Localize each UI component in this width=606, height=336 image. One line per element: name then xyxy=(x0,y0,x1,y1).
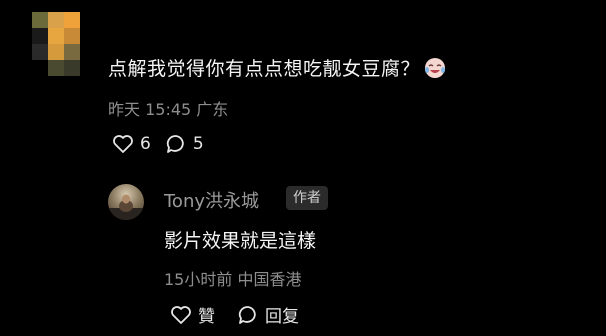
reply-like-button[interactable]: 贊 xyxy=(170,302,215,327)
heart-icon xyxy=(170,305,192,325)
avatar-pixel xyxy=(48,60,64,76)
avatar-pixel xyxy=(64,12,80,28)
avatar-pixel xyxy=(48,44,64,60)
comment-actions: 6 5 xyxy=(112,134,204,154)
crying-laugh-emoji-icon xyxy=(422,57,448,79)
heart-icon xyxy=(112,134,134,154)
reply-actions: 贊 回复 xyxy=(170,302,299,327)
avatar-pixel xyxy=(64,60,80,76)
comment-bubble-icon xyxy=(165,134,187,154)
avatar-pixel xyxy=(48,28,64,44)
avatar-pixel xyxy=(32,44,48,60)
comment-bubble-icon xyxy=(237,305,259,325)
avatar-pixel xyxy=(64,28,80,44)
comment-text: 点解我觉得你有点点想吃靓女豆腐？ xyxy=(108,54,448,81)
author-badge: 作者 xyxy=(286,186,328,210)
reply-timestamp: 15小时前 中国香港 xyxy=(164,270,302,289)
avatar[interactable] xyxy=(32,12,80,76)
avatar-pixel xyxy=(48,12,64,28)
avatar-pixel xyxy=(32,28,48,44)
reply-count: 5 xyxy=(192,134,204,154)
avatar-pixel xyxy=(64,44,80,60)
like-label: 贊 xyxy=(198,307,215,327)
reply-avatar[interactable] xyxy=(108,184,144,220)
avatar-pixel xyxy=(32,60,48,76)
comment-body: 点解我觉得你有点点想吃靓女豆腐？ xyxy=(108,58,421,80)
like-button[interactable]: 6 xyxy=(112,134,151,154)
reply-text: 影片效果就是這樣 xyxy=(164,230,317,252)
reply-label: 回复 xyxy=(265,307,299,327)
like-count: 6 xyxy=(140,134,151,154)
comment-timestamp: 昨天 15:45 广东 xyxy=(108,100,229,119)
comment: 点解我觉得你有点点想吃靓女豆腐？ 昨天 15:45 广东 6 5 xyxy=(0,0,606,170)
reply-author-name[interactable]: Tony洪永城 xyxy=(164,187,259,213)
avatar-pixel xyxy=(32,12,48,28)
reply-count-button[interactable]: 5 xyxy=(165,134,204,154)
reply-button[interactable]: 回复 xyxy=(237,302,299,327)
